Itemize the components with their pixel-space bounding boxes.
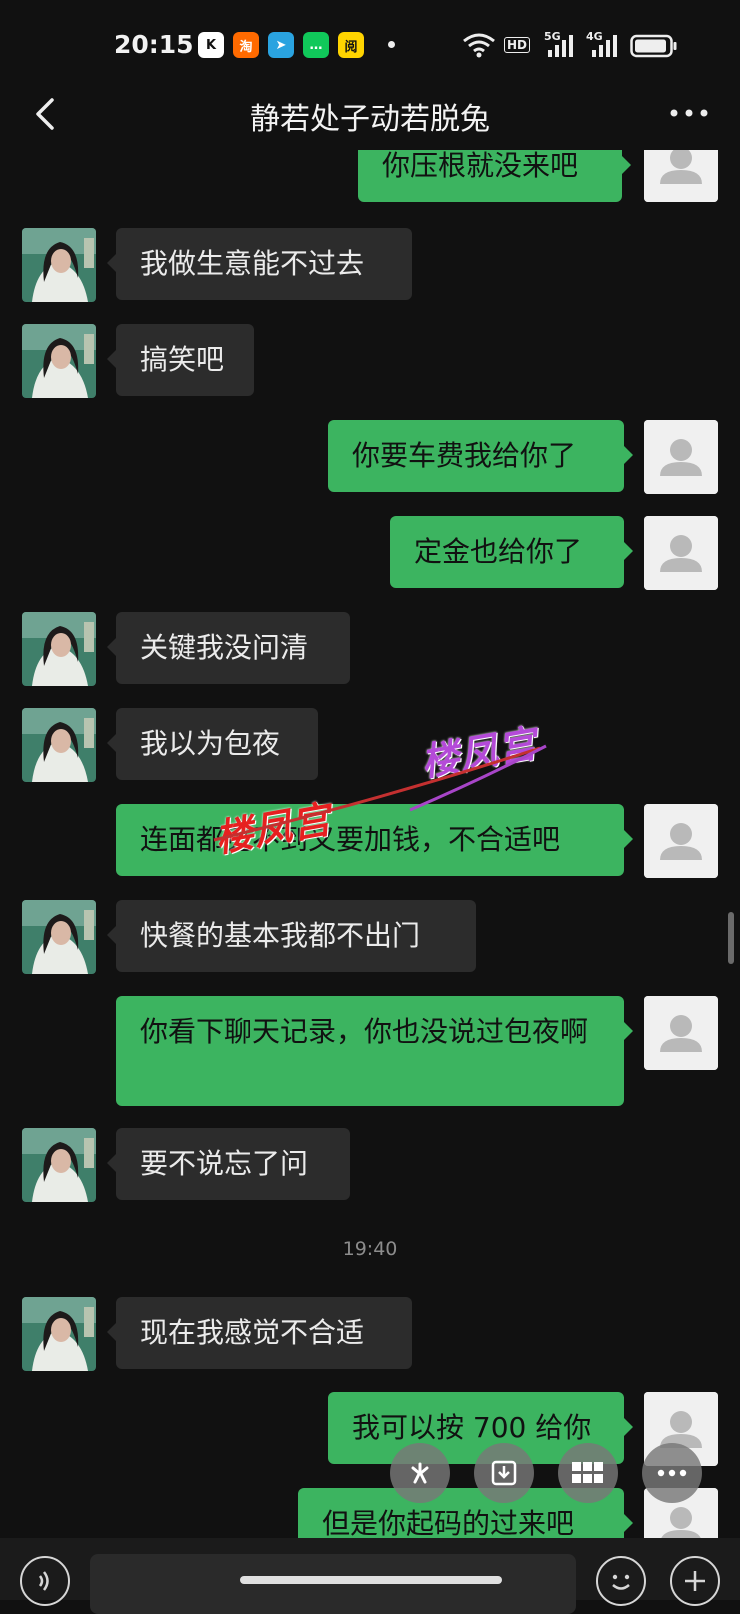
- reader-icon: 阅: [338, 32, 364, 58]
- more-options-icon[interactable]: [664, 98, 714, 128]
- status-time: 20:15: [114, 30, 194, 59]
- message-bubble-outgoing[interactable]: 你看下聊天记录，你也没说过包夜啊: [116, 996, 633, 1106]
- message-bubble-incoming[interactable]: 我做生意能不过去: [107, 228, 412, 300]
- my-avatar[interactable]: [644, 804, 718, 878]
- signal-5g-icon: [548, 35, 573, 57]
- telegram-icon: ➤: [268, 32, 294, 58]
- more-actions-button[interactable]: [642, 1443, 702, 1503]
- download-icon: [491, 1460, 517, 1486]
- my-avatar[interactable]: [644, 150, 718, 202]
- status-bar: 20:15 K 淘 ➤ … 阅 HD 5G 4G: [0, 0, 740, 90]
- hd-badge: HD: [504, 37, 531, 53]
- message-input[interactable]: [90, 1554, 576, 1614]
- kuaishou-icon: K: [198, 32, 224, 58]
- plus-icon: [685, 1571, 705, 1591]
- contact-avatar[interactable]: [22, 228, 96, 302]
- message-bubble-incoming[interactable]: 要不说忘了问: [107, 1128, 350, 1200]
- voice-icon: [38, 1571, 49, 1591]
- message-bubble-outgoing[interactable]: 定金也给你了: [390, 516, 633, 588]
- home-indicator[interactable]: [240, 1576, 502, 1584]
- download-button[interactable]: [474, 1443, 534, 1503]
- message-bubble-outgoing[interactable]: 你要车费我给你了: [328, 420, 633, 492]
- grid-button[interactable]: [558, 1443, 618, 1503]
- contact-avatar[interactable]: [22, 612, 96, 686]
- contact-avatar[interactable]: [22, 900, 96, 974]
- emoji-icon: [612, 1574, 630, 1590]
- message-bubble-incoming[interactable]: 现在我感觉不合适: [107, 1297, 412, 1369]
- page-title: 静若处子动若脱兔: [250, 102, 490, 137]
- taobao-icon: 淘: [233, 32, 259, 58]
- signal-4g-icon: [592, 35, 617, 57]
- lens-button[interactable]: [390, 1443, 450, 1503]
- more-horizontal-icon: [657, 1469, 687, 1477]
- contact-avatar[interactable]: [22, 324, 96, 398]
- wifi-icon: [463, 33, 495, 58]
- message-timestamp: 19:40: [342, 1238, 398, 1260]
- notification-dot-icon: [388, 41, 395, 48]
- watermark-swoosh: [213, 744, 547, 842]
- message-bubble-incoming[interactable]: 快餐的基本我都不出门: [107, 900, 476, 972]
- voice-input-button[interactable]: [20, 1556, 70, 1606]
- battery-icon: [630, 34, 677, 58]
- message-bubble-incoming[interactable]: 搞笑吧: [107, 324, 254, 396]
- contact-avatar[interactable]: [22, 708, 96, 782]
- scrollbar-thumb[interactable]: [728, 912, 734, 964]
- contact-avatar[interactable]: [22, 1128, 96, 1202]
- message-bubble-incoming[interactable]: 关键我没问清: [107, 612, 350, 684]
- my-avatar[interactable]: [644, 996, 718, 1070]
- emoji-button[interactable]: [596, 1556, 646, 1606]
- grid-icon: [572, 1462, 603, 1483]
- lens-icon: [411, 1462, 429, 1484]
- my-avatar[interactable]: [644, 420, 718, 494]
- add-attachment-button[interactable]: [670, 1556, 720, 1606]
- message-icon: …: [303, 32, 329, 58]
- my-avatar[interactable]: [644, 516, 718, 590]
- message-bubble-outgoing[interactable]: 你压根就没来吧: [358, 150, 631, 202]
- contact-avatar[interactable]: [22, 1297, 96, 1371]
